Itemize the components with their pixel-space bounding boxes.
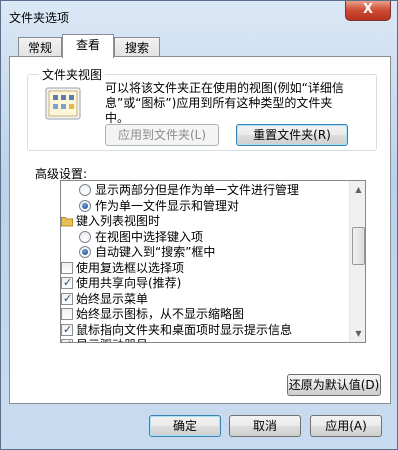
setting-label: 自动键入到“搜索”框中 — [95, 245, 216, 259]
close-button[interactable]: X — [345, 1, 391, 21]
scroll-thumb[interactable] — [352, 227, 365, 265]
radio-button[interactable] — [79, 246, 91, 258]
checkbox[interactable] — [61, 337, 73, 342]
setting-item[interactable]: 显示两部分但是作为单一文件进行管理 — [61, 182, 349, 198]
setting-label: 在视图中选择键入项 — [95, 229, 204, 244]
setting-item[interactable]: 鼠标指向文件夹和桌面项时显示提示信息 — [61, 322, 349, 338]
ok-button[interactable]: 确定 — [149, 415, 221, 437]
setting-label: 始终显示图标，从不显示缩略图 — [76, 307, 245, 321]
checkbox[interactable] — [61, 275, 73, 291]
scroll-down-arrow-icon[interactable]: ▼ — [350, 325, 365, 342]
setting-label: 鼠标指向文件夹和桌面项时显示提示信息 — [76, 322, 293, 337]
setting-item[interactable]: 显示驱动器号 — [61, 337, 349, 342]
setting-label: 作为单一文件显示和管理对 — [95, 198, 240, 213]
radio-button[interactable] — [79, 199, 91, 212]
tab-view[interactable]: 查看 — [62, 34, 114, 58]
checkbox[interactable] — [61, 261, 73, 274]
folder-options-dialog: 文件夹选项 X 常规 查看 搜索 文件夹视图 可以将该文件夹正在使用的视图(例如… — [0, 0, 398, 450]
setting-label: 使用复选框以选择项 — [76, 260, 185, 275]
setting-label: 显示驱动器号 — [76, 337, 148, 342]
setting-item[interactable]: 在视图中选择键入项 — [61, 229, 349, 245]
vertical-scrollbar[interactable]: ▲ ▼ — [349, 181, 365, 342]
setting-item[interactable]: 使用共享向导(推荐) — [61, 275, 349, 291]
radio-button[interactable] — [79, 230, 91, 243]
cancel-button[interactable]: 取消 — [229, 415, 301, 437]
setting-item[interactable]: 键入列表视图时 — [61, 213, 349, 229]
radio-button[interactable] — [79, 184, 91, 196]
reset-folders-button[interactable]: 重置文件夹(R) — [236, 124, 348, 146]
checkbox[interactable] — [61, 322, 73, 338]
checkbox[interactable] — [61, 291, 73, 307]
setting-label: 显示两部分但是作为单一文件进行管理 — [95, 183, 300, 197]
setting-item[interactable]: 使用复选框以选择项 — [61, 260, 349, 276]
folder-views-legend: 文件夹视图 — [39, 66, 106, 83]
folder-icon — [61, 215, 73, 227]
setting-item[interactable]: 作为单一文件显示和管理对 — [61, 198, 349, 214]
folder-view-icon — [45, 87, 81, 120]
setting-label: 键入列表视图时 — [76, 214, 161, 228]
setting-item[interactable]: 自动键入到“搜索”框中 — [61, 244, 349, 260]
advanced-settings-list[interactable]: 显示两部分但是作为单一文件进行管理 作为单一文件显示和管理对 键入列表视图时 在视图中… — [60, 180, 366, 343]
title-bar: 文件夹选项 X — [1, 1, 397, 31]
apply-button[interactable]: 应用(A) — [310, 415, 382, 437]
scroll-up-arrow-icon[interactable]: ▲ — [350, 181, 365, 198]
restore-defaults-button[interactable]: 还原为默认值(D) — [287, 374, 381, 396]
setting-item[interactable]: 始终显示图标，从不显示缩略图 — [61, 306, 349, 322]
setting-label: 始终显示菜单 — [76, 291, 149, 306]
window-title: 文件夹选项 — [9, 11, 70, 25]
folder-views-description: 可以将该文件夹正在使用的视图(例如“详细信 息”或“图标”)应用到所有这种类型的… — [105, 81, 344, 125]
setting-label: 使用共享向导(推荐) — [76, 276, 182, 290]
checkbox[interactable] — [61, 308, 73, 320]
apply-to-folders-button[interactable]: 应用到文件夹(L) — [105, 124, 219, 146]
setting-item[interactable]: 始终显示菜单 — [61, 291, 349, 307]
